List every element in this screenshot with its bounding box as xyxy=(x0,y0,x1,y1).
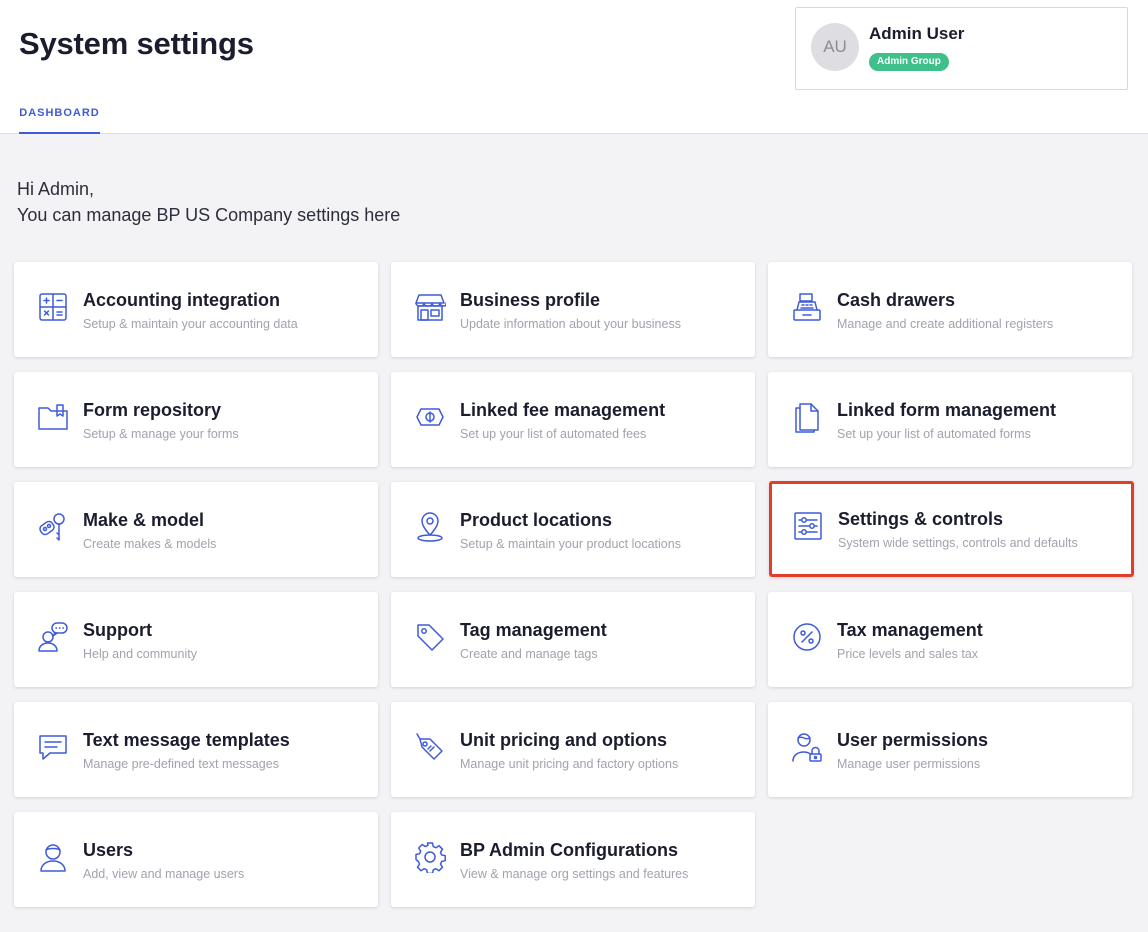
percent-icon xyxy=(791,621,823,653)
user-name: Admin User xyxy=(869,24,965,43)
tile-title: Support xyxy=(83,620,152,640)
settings-tile-users[interactable]: Users Add, view and manage users xyxy=(14,812,378,907)
message-icon xyxy=(37,731,69,763)
settings-tile-settings-controls[interactable]: Settings & controls System wide settings,… xyxy=(769,481,1134,577)
avatar: AU xyxy=(811,23,859,71)
settings-tile-text-message-templates[interactable]: Text message templates Manage pre-defined… xyxy=(14,702,378,797)
settings-tile-tag-management[interactable]: Tag management Create and manage tags xyxy=(391,592,755,687)
tile-title: Settings & controls xyxy=(838,509,1004,529)
user-lock-icon xyxy=(791,731,823,763)
tile-title: BP Admin Configurations xyxy=(460,840,678,860)
user-card[interactable]: AU Admin User Admin Group xyxy=(795,7,1128,90)
tab-dashboard[interactable]: DASHBOARD xyxy=(19,96,100,134)
settings-tile-accounting-integration[interactable]: Accounting integration Setup & maintain y… xyxy=(14,262,378,357)
sliders-icon xyxy=(792,510,824,542)
map-pin-icon xyxy=(414,511,446,543)
settings-tile-user-permissions[interactable]: User permissions Manage user permissions xyxy=(768,702,1132,797)
greeting: Hi Admin, You can manage BP US Company s… xyxy=(17,176,400,228)
tile-subtitle: Manage and create additional registers xyxy=(837,317,1054,331)
user-icon xyxy=(37,841,69,873)
tile-title: Accounting integration xyxy=(83,290,280,310)
tile-subtitle: Manage unit pricing and factory options xyxy=(460,757,679,771)
calculator-icon xyxy=(37,291,69,323)
support-chat-icon xyxy=(37,621,69,653)
settings-tile-business-profile[interactable]: Business profile Update information about… xyxy=(391,262,755,357)
page-title: System settings xyxy=(19,26,254,61)
settings-tile-support[interactable]: Support Help and community xyxy=(14,592,378,687)
page-header: System settings DASHBOARD AU Admin User … xyxy=(0,0,1148,134)
tile-subtitle: Set up your list of automated forms xyxy=(837,427,1031,441)
documents-icon xyxy=(791,401,823,433)
car-key-icon xyxy=(37,511,69,543)
settings-tile-tax-management[interactable]: Tax management Price levels and sales tax xyxy=(768,592,1132,687)
tile-subtitle: Create and manage tags xyxy=(460,647,598,661)
settings-tile-linked-form-management[interactable]: Linked form management Set up your list o… xyxy=(768,372,1132,467)
tile-title: Linked form management xyxy=(837,400,1057,420)
tile-title: Tag management xyxy=(460,620,607,640)
tile-subtitle: Set up your list of automated fees xyxy=(460,427,647,441)
tile-subtitle: View & manage org settings and features xyxy=(460,867,689,881)
tile-subtitle: Help and community xyxy=(83,647,197,661)
tile-title: Unit pricing and options xyxy=(460,730,667,750)
settings-tile-linked-fee-management[interactable]: Linked fee management Set up your list of… xyxy=(391,372,755,467)
settings-tile-cash-drawers[interactable]: Cash drawers Manage and create additional… xyxy=(768,262,1132,357)
price-tag-icon xyxy=(414,731,446,763)
tag-icon xyxy=(414,621,446,653)
money-ticket-icon xyxy=(414,401,446,433)
settings-tile-make-model[interactable]: Make & model Create makes & models xyxy=(14,482,378,577)
tile-subtitle: Price levels and sales tax xyxy=(837,647,979,661)
tile-subtitle: System wide settings, controls and defau… xyxy=(838,536,1078,550)
tile-title: Make & model xyxy=(83,510,205,530)
tile-subtitle: Manage pre-defined text messages xyxy=(83,757,279,771)
tile-subtitle: Add, view and manage users xyxy=(83,867,245,881)
tile-subtitle: Setup & maintain your accounting data xyxy=(83,317,298,331)
user-group-badge: Admin Group xyxy=(869,53,949,71)
tile-title: Users xyxy=(83,840,134,860)
settings-tile-product-locations[interactable]: Product locations Setup & maintain your p… xyxy=(391,482,755,577)
tile-subtitle: Setup & manage your forms xyxy=(83,427,239,441)
tile-subtitle: Manage user permissions xyxy=(837,757,981,771)
tile-subtitle: Create makes & models xyxy=(83,537,217,551)
tile-title: Text message templates xyxy=(83,730,290,750)
tile-title: Business profile xyxy=(460,290,601,310)
tile-title: Form repository xyxy=(83,400,222,420)
settings-tile-form-repository[interactable]: Form repository Setup & manage your forms xyxy=(14,372,378,467)
tile-title: Linked fee management xyxy=(460,400,666,420)
tile-title: Tax management xyxy=(837,620,983,640)
tile-subtitle: Update information about your business xyxy=(460,317,681,331)
tile-title: Product locations xyxy=(460,510,613,530)
folder-icon xyxy=(37,401,69,433)
tile-subtitle: Setup & maintain your product locations xyxy=(460,537,681,551)
cash-register-icon xyxy=(791,291,823,323)
greeting-line-2: You can manage BP US Company settings he… xyxy=(17,205,401,225)
storefront-icon xyxy=(414,291,446,323)
tile-title: Cash drawers xyxy=(837,290,956,310)
greeting-line-1: Hi Admin, xyxy=(17,179,95,199)
settings-tile-bp-admin-configurations[interactable]: BP Admin Configurations View & manage org… xyxy=(391,812,755,907)
tile-title: User permissions xyxy=(837,730,989,750)
settings-tile-unit-pricing-and-options[interactable]: Unit pricing and options Manage unit pric… xyxy=(391,702,755,797)
gear-icon xyxy=(414,841,446,873)
